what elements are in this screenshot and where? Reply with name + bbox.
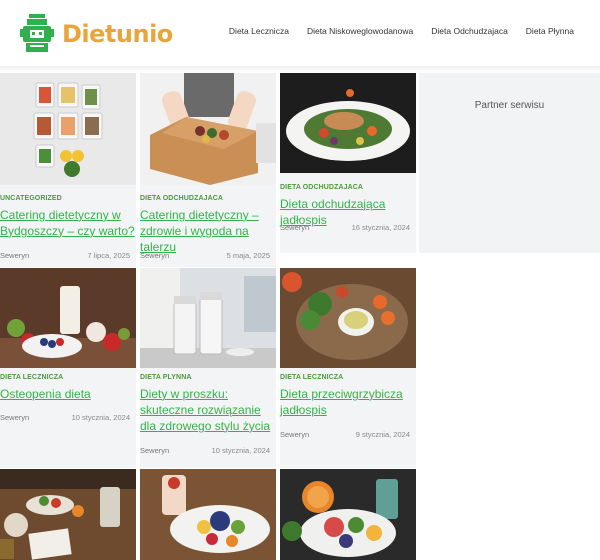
nav-dieta-odchudzajaca[interactable]: Dieta Odchudzajaca [431,26,508,36]
post-thumbnail[interactable] [140,73,276,185]
nav-dieta-niskoweglowodanowa[interactable]: Dieta Niskoweglowodanowa [307,26,413,36]
post-thumbnail[interactable] [0,469,136,560]
post-author[interactable]: Seweryn [280,223,309,232]
header-divider [0,66,600,72]
post-category[interactable]: DIETA LECZNICZA [0,374,63,381]
post-card: DIETA LECZNICZA Osteopenia dieta Seweryn… [0,268,136,468]
post-card: DIETA ODCHUDZAJACA Dieta odchudzająca ja… [280,73,416,253]
post-category[interactable]: DIETA PLYNNA [140,374,192,381]
post-card: DIETA LECZNICZA Dieta przeciwgrzybicza j… [280,268,416,468]
post-card [0,469,136,560]
veggie-dip-image [280,268,416,368]
post-card [140,469,276,560]
post-thumbnail[interactable] [140,268,276,368]
sidebar-title: Partner serwisu [474,100,545,111]
post-date: 10 stycznia, 2024 [211,446,270,455]
post-author[interactable]: Seweryn [280,430,309,439]
post-category[interactable]: DIETA LECZNICZA [280,374,343,381]
post-category[interactable]: UNCATEGORIZED [0,195,62,202]
post-card: UNCATEGORIZED Catering dietetyczny w Byd… [0,73,136,267]
logo-text: Dietunio [62,20,173,48]
citrus-plate-image [280,469,416,560]
main-nav: Dieta Lecznicza Dieta Niskoweglowodanowa… [229,26,574,36]
post-date: 7 lipca, 2025 [87,251,130,260]
post-thumbnail[interactable] [280,73,416,173]
post-date: 10 stycznia, 2024 [71,413,130,422]
meal-prep-boxes-image [0,73,136,185]
post-date: 5 maja, 2025 [226,251,270,260]
site-logo[interactable]: Dietunio [20,12,180,56]
post-card [280,469,416,560]
post-thumbnail[interactable] [280,268,416,368]
salad-plate-image [280,73,416,173]
post-category[interactable]: DIETA ODCHUDZAJACA [140,195,223,202]
site-header: Dietunio Dieta Lecznicza Dieta Niskowegl… [0,0,600,68]
post-thumbnail[interactable] [0,268,136,368]
post-author[interactable]: Seweryn [0,251,29,260]
post-title[interactable]: Catering dietetyczny w Bydgoszczy – czy … [0,207,136,239]
post-category[interactable]: DIETA ODCHUDZAJACA [280,184,363,191]
berries-milk-image [0,268,136,368]
post-author[interactable]: Seweryn [0,413,29,422]
nav-dieta-lecznicza[interactable]: Dieta Lecznicza [229,26,289,36]
delivery-box-image [140,73,276,185]
post-date: 16 stycznia, 2024 [351,223,410,232]
post-card: DIETA PLYNNA Diety w proszku: skuteczne … [140,268,276,468]
post-title[interactable]: Catering dietetyczny – zdrowie i wygoda … [140,207,276,255]
nav-dieta-plynna[interactable]: Dieta Płynna [526,26,574,36]
post-title[interactable]: Dieta przeciwgrzybicza jadłospis [280,386,416,418]
breakfast-table-image [0,469,136,560]
sidebar-partner-widget: Partner serwisu [419,73,600,253]
post-thumbnail[interactable] [140,469,276,560]
powder-jars-image [140,268,276,368]
chef-robot-logo-icon [20,14,54,52]
post-thumbnail[interactable] [0,73,136,185]
post-thumbnail[interactable] [280,469,416,560]
post-title[interactable]: Diety w proszku: skuteczne rozwiązanie d… [140,386,276,434]
post-card: DIETA ODCHUDZAJACA Catering dietetyczny … [140,73,276,267]
post-author[interactable]: Seweryn [140,446,169,455]
fruit-bowl-image [140,469,276,560]
post-title[interactable]: Osteopenia dieta [0,386,136,402]
post-author[interactable]: Seweryn [140,251,169,260]
post-date: 9 stycznia, 2024 [355,430,410,439]
